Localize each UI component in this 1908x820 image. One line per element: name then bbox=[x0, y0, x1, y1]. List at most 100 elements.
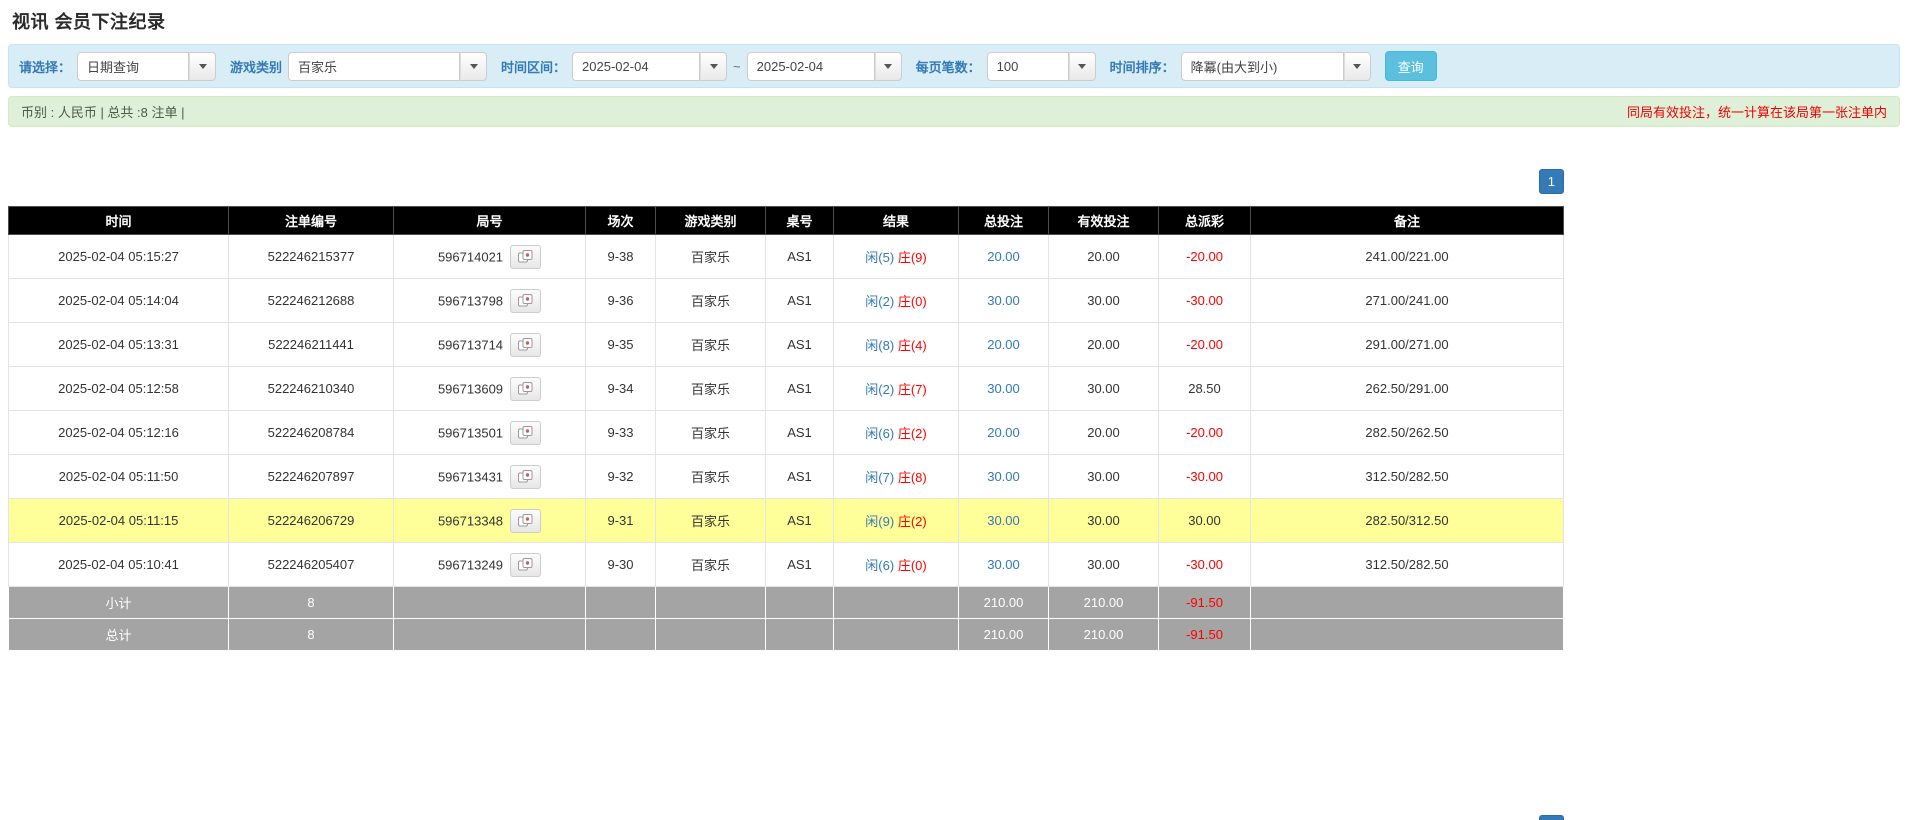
cell-total-bet[interactable]: 20.00 bbox=[959, 235, 1049, 279]
cell-session: 9-36 bbox=[586, 279, 656, 323]
round-detail-icon bbox=[518, 558, 533, 571]
search-button[interactable]: 查询 bbox=[1385, 51, 1437, 81]
cell-valid-bet: 30.00 bbox=[1049, 499, 1159, 543]
round-detail-button[interactable] bbox=[510, 333, 541, 357]
summary-label: 小计 bbox=[9, 587, 229, 619]
date-to-input[interactable] bbox=[747, 52, 875, 81]
chevron-down-icon bbox=[470, 64, 478, 69]
cell-game-type: 百家乐 bbox=[656, 543, 766, 587]
round-detail-button[interactable] bbox=[510, 245, 541, 269]
table-row: 2025-02-04 05:13:31522246211441596713714… bbox=[9, 323, 1564, 367]
round-detail-icon bbox=[518, 250, 533, 263]
summary-empty bbox=[1251, 587, 1564, 619]
round-detail-button[interactable] bbox=[510, 509, 541, 533]
round-detail-icon bbox=[518, 338, 533, 351]
round-detail-icon bbox=[518, 426, 533, 439]
cell-remark: 291.00/271.00 bbox=[1251, 323, 1564, 367]
page-size-input[interactable] bbox=[987, 52, 1069, 81]
cell-round-id: 596713431 bbox=[394, 455, 586, 499]
cell-total-bet[interactable]: 30.00 bbox=[959, 279, 1049, 323]
date-to-combobox bbox=[747, 52, 902, 81]
cell-time: 2025-02-04 05:10:41 bbox=[9, 543, 229, 587]
page-size-dropdown-button[interactable] bbox=[1069, 52, 1096, 81]
game-type-dropdown-button[interactable] bbox=[460, 52, 487, 81]
cell-round-id: 596713249 bbox=[394, 543, 586, 587]
cell-total-bet[interactable]: 20.00 bbox=[959, 323, 1049, 367]
game-type-input[interactable] bbox=[288, 52, 460, 81]
filter-group-page-size: 每页笔数： bbox=[916, 52, 1096, 81]
cell-payout: -20.00 bbox=[1159, 235, 1251, 279]
summary-payout: -91.50 bbox=[1159, 587, 1251, 619]
page-button-1[interactable]: 1 bbox=[1539, 169, 1564, 194]
cell-valid-bet: 20.00 bbox=[1049, 323, 1159, 367]
cell-game-type: 百家乐 bbox=[656, 411, 766, 455]
column-header: 总投注 bbox=[959, 207, 1049, 235]
round-detail-button[interactable] bbox=[510, 465, 541, 489]
cell-remark: 282.50/312.50 bbox=[1251, 499, 1564, 543]
cell-bet-id: 522246211441 bbox=[229, 323, 394, 367]
cell-remark: 312.50/282.50 bbox=[1251, 543, 1564, 587]
cell-remark: 312.50/282.50 bbox=[1251, 455, 1564, 499]
subtotal-row: 小计8210.00210.00-91.50 bbox=[9, 587, 1564, 619]
column-header: 场次 bbox=[586, 207, 656, 235]
notice-text: 同局有效投注，统一计算在该局第一张注单内 bbox=[1627, 102, 1887, 121]
page-size-combobox bbox=[987, 52, 1096, 81]
cell-total-bet[interactable]: 20.00 bbox=[959, 411, 1049, 455]
cell-valid-bet: 20.00 bbox=[1049, 411, 1159, 455]
cell-payout: -30.00 bbox=[1159, 455, 1251, 499]
cell-table-no: AS1 bbox=[766, 279, 834, 323]
date-range-separator: ~ bbox=[733, 59, 741, 74]
chevron-down-icon bbox=[710, 64, 718, 69]
cell-total-bet[interactable]: 30.00 bbox=[959, 455, 1049, 499]
column-header: 游戏类别 bbox=[656, 207, 766, 235]
date-to-dropdown-button[interactable] bbox=[875, 52, 902, 81]
cell-total-bet[interactable]: 30.00 bbox=[959, 367, 1049, 411]
column-header: 备注 bbox=[1251, 207, 1564, 235]
round-detail-button[interactable] bbox=[510, 421, 541, 445]
date-from-dropdown-button[interactable] bbox=[700, 52, 727, 81]
summary-valid-bet: 210.00 bbox=[1049, 587, 1159, 619]
table-body: 2025-02-04 05:15:27522246215377596714021… bbox=[9, 235, 1564, 651]
cell-round-id: 596713348 bbox=[394, 499, 586, 543]
sort-dropdown-button[interactable] bbox=[1344, 52, 1371, 81]
cell-table-no: AS1 bbox=[766, 323, 834, 367]
round-detail-button[interactable] bbox=[510, 553, 541, 577]
cell-round-id: 596713609 bbox=[394, 367, 586, 411]
column-header: 时间 bbox=[9, 207, 229, 235]
table-row: 2025-02-04 05:10:41522246205407596713249… bbox=[9, 543, 1564, 587]
table-row: 2025-02-04 05:12:58522246210340596713609… bbox=[9, 367, 1564, 411]
cell-time: 2025-02-04 05:12:16 bbox=[9, 411, 229, 455]
summary-empty bbox=[766, 619, 834, 651]
cell-total-bet[interactable]: 30.00 bbox=[959, 499, 1049, 543]
pagination-bottom: 1 bbox=[8, 815, 1564, 820]
table-region: 1 时间注单编号局号场次游戏类别桌号结果总投注有效投注总派彩备注 2025-02… bbox=[8, 169, 1564, 820]
summary-empty bbox=[586, 587, 656, 619]
summary-empty bbox=[394, 587, 586, 619]
cell-bet-id: 522246215377 bbox=[229, 235, 394, 279]
date-from-input[interactable] bbox=[572, 52, 700, 81]
sort-input[interactable] bbox=[1181, 52, 1344, 81]
column-header: 局号 bbox=[394, 207, 586, 235]
filter-group-game-type: 游戏类别 bbox=[230, 52, 487, 81]
cell-result: 闲(8) 庄(4) bbox=[834, 323, 959, 367]
summary-total-bet: 210.00 bbox=[959, 619, 1049, 651]
select-type-input[interactable] bbox=[77, 52, 189, 81]
table-header: 时间注单编号局号场次游戏类别桌号结果总投注有效投注总派彩备注 bbox=[9, 207, 1564, 235]
page-button-1-bottom[interactable]: 1 bbox=[1539, 815, 1564, 820]
round-detail-button[interactable] bbox=[510, 377, 541, 401]
cell-bet-id: 522246212688 bbox=[229, 279, 394, 323]
cell-payout: -20.00 bbox=[1159, 323, 1251, 367]
round-detail-button[interactable] bbox=[510, 289, 541, 313]
table-row: 2025-02-04 05:14:04522246212688596713798… bbox=[9, 279, 1564, 323]
select-type-dropdown-button[interactable] bbox=[189, 52, 216, 81]
cell-total-bet[interactable]: 30.00 bbox=[959, 543, 1049, 587]
info-bar: 币别 : 人民币 | 总共 :8 注单 | 同局有效投注，统一计算在该局第一张注… bbox=[8, 96, 1900, 127]
cell-table-no: AS1 bbox=[766, 411, 834, 455]
cell-time: 2025-02-04 05:14:04 bbox=[9, 279, 229, 323]
table-row: 2025-02-04 05:15:27522246215377596714021… bbox=[9, 235, 1564, 279]
cell-payout: 30.00 bbox=[1159, 499, 1251, 543]
cell-result: 闲(6) 庄(0) bbox=[834, 543, 959, 587]
summary-total-bet: 210.00 bbox=[959, 587, 1049, 619]
summary-empty bbox=[834, 587, 959, 619]
table-row: 2025-02-04 05:11:50522246207897596713431… bbox=[9, 455, 1564, 499]
